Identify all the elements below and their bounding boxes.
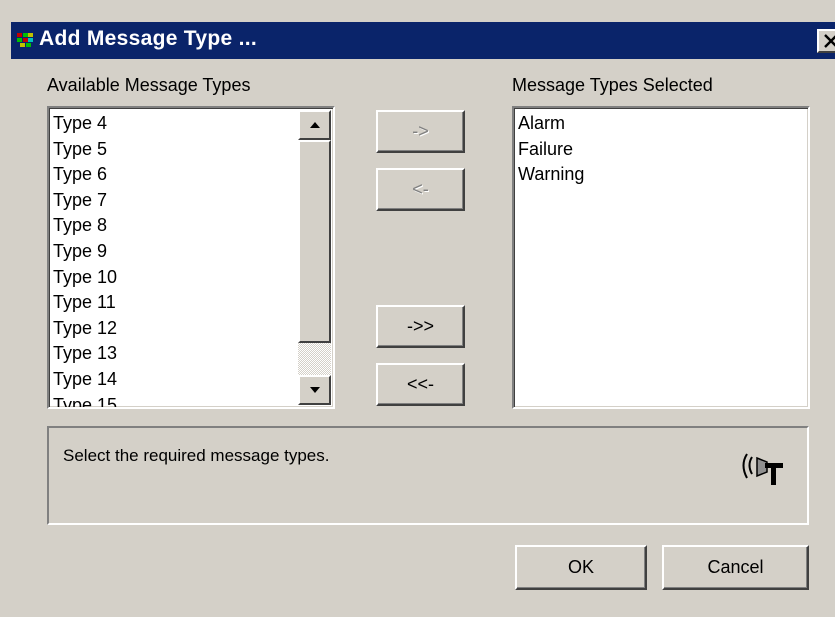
scroll-up-button[interactable]: [298, 110, 331, 140]
close-button[interactable]: [817, 29, 835, 53]
list-item[interactable]: Failure: [514, 137, 808, 163]
add-all-button[interactable]: ->>: [376, 305, 465, 348]
list-item[interactable]: Type 8: [49, 213, 333, 239]
cancel-button[interactable]: Cancel: [662, 545, 809, 590]
list-item[interactable]: Type 7: [49, 188, 333, 214]
remove-all-button[interactable]: <<-: [376, 363, 465, 406]
scroll-down-button[interactable]: [298, 375, 331, 405]
list-item[interactable]: Type 6: [49, 162, 333, 188]
add-button[interactable]: ->: [376, 110, 465, 153]
list-item[interactable]: Type 13: [49, 341, 333, 367]
list-item[interactable]: Warning: [514, 162, 808, 188]
close-icon: [824, 34, 835, 48]
list-item[interactable]: Type 11: [49, 290, 333, 316]
list-item[interactable]: Type 14: [49, 367, 333, 393]
list-item[interactable]: Type 15: [49, 393, 333, 407]
available-types-listbox[interactable]: Type 4 Type 5 Type 6 Type 7 Type 8 Type 9 Type…: [47, 106, 335, 409]
ok-button-label: OK: [567, 557, 594, 577]
list-item[interactable]: Type 12: [49, 316, 333, 342]
remove-button[interactable]: <-: [376, 168, 465, 211]
up-arrow-icon: [310, 122, 320, 128]
available-types-label: Available Message Types: [47, 75, 251, 95]
list-item[interactable]: Type 10: [49, 265, 333, 291]
add-button-label: ->: [412, 121, 429, 141]
selected-types-label: Message Types Selected: [512, 75, 713, 95]
list-item[interactable]: Type 4: [49, 111, 333, 137]
selected-types-listbox[interactable]: Alarm Failure Warning: [512, 106, 810, 409]
window-title: Add Message Type ...: [39, 27, 257, 50]
down-arrow-icon: [310, 387, 320, 393]
list-item[interactable]: Type 5: [49, 137, 333, 163]
list-item[interactable]: Alarm: [514, 111, 808, 137]
app-icon: [17, 33, 33, 47]
list-item[interactable]: Type 9: [49, 239, 333, 265]
info-panel: Select the required message types.: [47, 426, 809, 525]
remove-button-label: <-: [412, 179, 429, 199]
ok-button[interactable]: OK: [515, 545, 647, 590]
remove-all-button-label: <<-: [406, 374, 435, 394]
title-bar: Add Message Type ...: [11, 22, 835, 59]
add-all-button-label: ->>: [406, 316, 435, 336]
cancel-button-label: Cancel: [707, 557, 764, 577]
scrollbar-thumb[interactable]: [298, 140, 331, 343]
available-scrollbar[interactable]: [298, 110, 331, 405]
speaker-icon: [742, 453, 783, 485]
info-text: Select the required message types.: [63, 446, 330, 465]
